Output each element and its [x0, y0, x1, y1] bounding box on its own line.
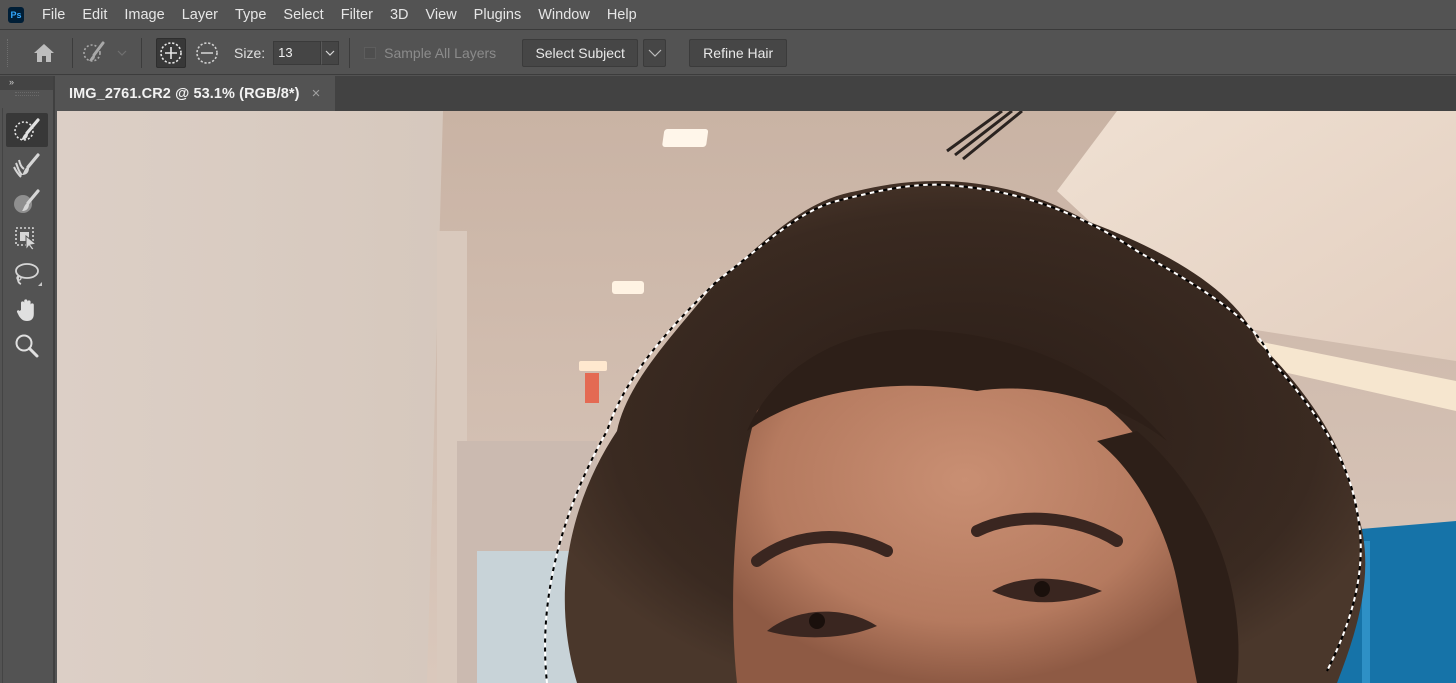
chevron-down-icon [648, 49, 662, 57]
object-selection-tool[interactable] [6, 221, 48, 255]
photo-image [57, 111, 1456, 683]
tools-list [2, 108, 52, 683]
zoom-icon [15, 334, 39, 358]
sample-all-layers-label: Sample All Layers [384, 44, 497, 61]
document-tab[interactable]: IMG_2761.CR2 @ 53.1% (RGB/8*) × [57, 76, 335, 111]
menu-plugins[interactable]: Plugins [465, 0, 530, 30]
refine-edge-brush-icon [13, 153, 40, 178]
document-tab-bar: IMG_2761.CR2 @ 53.1% (RGB/8*) × [57, 76, 1456, 111]
size-input[interactable]: 13 [273, 40, 322, 65]
hand-tool[interactable] [6, 293, 48, 327]
subtract-from-selection-icon [196, 41, 218, 64]
menu-3d[interactable]: 3D [381, 0, 417, 30]
select-subject-dropdown-button[interactable] [643, 38, 667, 67]
subtract-from-selection-button[interactable] [192, 38, 222, 68]
hand-icon [16, 299, 34, 321]
menu-help[interactable]: Help [598, 0, 645, 30]
options-bar: Size: 13 Sample All Layers Select Subjec… [0, 31, 1456, 75]
photoshop-logo-icon[interactable]: Ps [8, 6, 24, 23]
home-button[interactable] [24, 35, 64, 71]
brush-tool[interactable] [6, 185, 48, 219]
tools-panel: » [0, 76, 55, 683]
separator [141, 37, 142, 68]
brush-icon [14, 189, 40, 213]
refine-edge-brush-tool[interactable] [6, 149, 48, 183]
zoom-tool[interactable] [6, 329, 48, 363]
tool-preset-picker[interactable] [81, 41, 133, 65]
add-to-selection-button[interactable] [156, 37, 186, 68]
lasso-tool[interactable] [6, 257, 48, 291]
chevron-down-icon [325, 50, 335, 56]
add-to-selection-icon [160, 41, 182, 64]
menu-edit[interactable]: Edit [73, 0, 115, 30]
menu-file[interactable]: File [42, 0, 73, 30]
tools-collapse-button[interactable]: » [0, 76, 53, 90]
menu-layer[interactable]: Layer [173, 0, 226, 30]
menu-window[interactable]: Window [529, 0, 598, 30]
quick-selection-tool[interactable] [6, 113, 48, 147]
lasso-icon [15, 263, 39, 285]
tools-panel-grip[interactable] [0, 90, 53, 98]
options-bar-grip[interactable] [7, 38, 9, 67]
separator [349, 37, 351, 68]
separator [72, 37, 73, 68]
menu-filter[interactable]: Filter [332, 0, 381, 30]
quick-selection-brush-icon [83, 41, 105, 62]
refine-hair-button[interactable]: Refine Hair [689, 38, 788, 67]
tool-group-indicator-icon [38, 282, 42, 286]
close-icon[interactable]: × [312, 85, 321, 102]
document-canvas[interactable] [57, 111, 1456, 683]
quick-selection-icon [14, 118, 40, 141]
sample-all-layers-checkbox[interactable] [364, 46, 377, 59]
size-dropdown-button[interactable] [321, 40, 340, 65]
size-label: Size: [234, 44, 266, 61]
menu-type[interactable]: Type [226, 0, 274, 30]
menu-image[interactable]: Image [115, 0, 172, 30]
menu-select[interactable]: Select [274, 0, 331, 30]
home-icon [34, 43, 54, 62]
menu-view[interactable]: View [417, 0, 465, 30]
document-tab-title: IMG_2761.CR2 @ 53.1% (RGB/8*) [69, 85, 300, 102]
object-selection-icon [15, 227, 38, 251]
select-subject-button[interactable]: Select Subject [522, 38, 639, 67]
chevron-down-icon [117, 50, 127, 56]
menu-bar: Ps File Edit Image Layer Type Select Fil… [0, 0, 1456, 30]
